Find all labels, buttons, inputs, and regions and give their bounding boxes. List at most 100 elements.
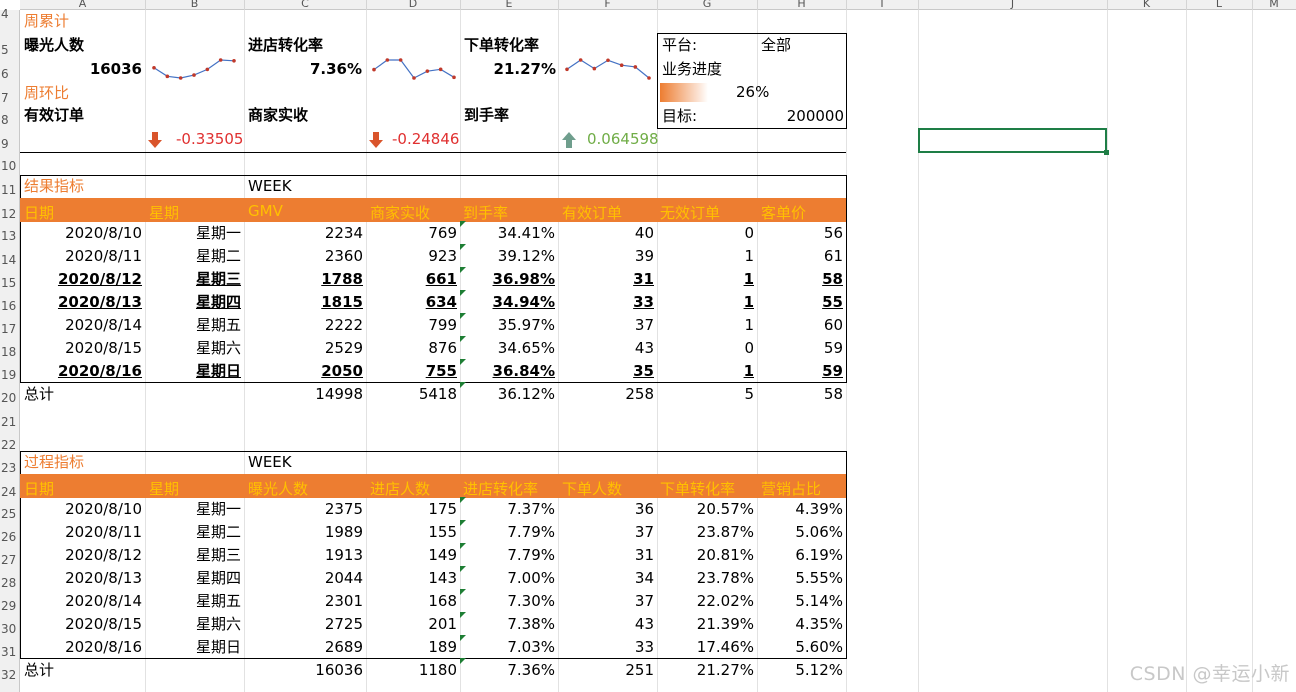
process-row-0-cell[interactable]: 36 [544, 502, 654, 517]
process-header-5[interactable]: 下单人数 [562, 478, 622, 499]
result-row-3-cell[interactable]: 634 [347, 295, 457, 310]
row-header-6[interactable]: 6 [0, 68, 20, 80]
row-header-7[interactable]: 7 [0, 92, 20, 104]
column-header-j[interactable]: J [918, 0, 1107, 10]
column-header-i[interactable]: I [846, 0, 918, 10]
process-header-6[interactable]: 下单转化率 [660, 478, 735, 499]
process-row-0-cell[interactable]: 2020/8/10 [32, 502, 142, 517]
column-header-h[interactable]: H [757, 0, 846, 10]
process-row-4-cell[interactable]: 5.14% [733, 594, 843, 609]
row-header-21[interactable]: 21 [0, 416, 20, 428]
process-row-5-cell[interactable]: 2020/8/15 [32, 617, 142, 632]
row-header-28[interactable]: 28 [0, 577, 20, 589]
process-row-4-cell[interactable]: 37 [544, 594, 654, 609]
result-row-0-cell[interactable]: 星期一 [131, 226, 241, 241]
row-header-16[interactable]: 16 [0, 300, 20, 312]
row-header-24[interactable]: 24 [0, 486, 20, 498]
result-row-2-cell[interactable]: 661 [347, 272, 457, 287]
platform-value[interactable]: 全部 [761, 38, 791, 53]
result-row-1-cell[interactable]: 星期二 [131, 249, 241, 264]
process-row-5-cell[interactable]: 星期六 [131, 617, 241, 632]
row-header-27[interactable]: 27 [0, 554, 20, 566]
process-row-6-cell[interactable]: 33 [544, 640, 654, 655]
process-row-5-cell[interactable]: 201 [347, 617, 457, 632]
row-header-8[interactable]: 8 [0, 114, 20, 126]
result-row-2-cell[interactable]: 31 [544, 272, 654, 287]
result-row-3-cell[interactable]: 星期四 [131, 295, 241, 310]
result-row-5-cell[interactable]: 34.65% [445, 341, 555, 356]
process-row-0-cell[interactable]: 7.37% [445, 502, 555, 517]
result-row-4-cell[interactable]: 37 [544, 318, 654, 333]
process-total-cell[interactable]: 5.12% [733, 663, 843, 678]
result-row-0-cell[interactable]: 40 [544, 226, 654, 241]
process-row-1-cell[interactable]: 37 [544, 525, 654, 540]
result-header-5[interactable]: 有效订单 [562, 202, 622, 223]
row-header-9[interactable]: 9 [0, 138, 20, 150]
row-header-18[interactable]: 18 [0, 346, 20, 358]
column-header-e[interactable]: E [460, 0, 558, 10]
row-header-26[interactable]: 26 [0, 531, 20, 543]
result-header-3[interactable]: 商家实收 [370, 202, 430, 223]
result-row-4-cell[interactable]: 60 [733, 318, 843, 333]
process-row-2-cell[interactable]: 31 [544, 548, 654, 563]
row-header-15[interactable]: 15 [0, 277, 20, 289]
result-total-cell[interactable]: 5418 [347, 387, 457, 402]
row-header-22[interactable]: 22 [0, 439, 20, 451]
process-row-4-cell[interactable]: 7.30% [445, 594, 555, 609]
process-row-6-cell[interactable]: 2020/8/16 [32, 640, 142, 655]
column-header-l[interactable]: L [1186, 0, 1252, 10]
result-row-6-cell[interactable]: 755 [347, 364, 457, 379]
row-header-29[interactable]: 29 [0, 600, 20, 612]
column-header-g[interactable]: G [657, 0, 757, 10]
process-row-3-cell[interactable]: 5.55% [733, 571, 843, 586]
row-header-10[interactable]: 10 [0, 160, 20, 172]
column-header-f[interactable]: F [558, 0, 657, 10]
process-row-6-cell[interactable]: 5.60% [733, 640, 843, 655]
row-header-31[interactable]: 31 [0, 646, 20, 658]
process-total-cell[interactable]: 251 [544, 663, 654, 678]
process-total-cell[interactable]: 总计 [24, 663, 54, 678]
result-header-6[interactable]: 无效订单 [660, 202, 720, 223]
result-total-cell[interactable]: 58 [733, 387, 843, 402]
row-header-11[interactable]: 11 [0, 184, 20, 196]
process-header-1[interactable]: 星期 [149, 478, 179, 499]
process-header-0[interactable]: 日期 [24, 478, 54, 499]
result-row-3-cell[interactable]: 2020/8/13 [32, 295, 142, 310]
process-row-2-cell[interactable]: 149 [347, 548, 457, 563]
process-row-3-cell[interactable]: 7.00% [445, 571, 555, 586]
result-row-4-cell[interactable]: 星期五 [131, 318, 241, 333]
result-total-cell[interactable]: 总计 [24, 387, 54, 402]
process-row-2-cell[interactable]: 星期三 [131, 548, 241, 563]
result-row-2-cell[interactable]: 星期三 [131, 272, 241, 287]
result-header-4[interactable]: 到手率 [463, 202, 508, 223]
process-row-0-cell[interactable]: 175 [347, 502, 457, 517]
result-row-4-cell[interactable]: 799 [347, 318, 457, 333]
result-row-3-cell[interactable]: 34.94% [445, 295, 555, 310]
process-row-2-cell[interactable]: 2020/8/12 [32, 548, 142, 563]
result-row-1-cell[interactable]: 2020/8/11 [32, 249, 142, 264]
result-row-5-cell[interactable]: 2020/8/15 [32, 341, 142, 356]
column-header-b[interactable]: B [145, 0, 244, 10]
row-header-25[interactable]: 25 [0, 508, 20, 520]
result-row-1-cell[interactable]: 39 [544, 249, 654, 264]
result-header-1[interactable]: 星期 [149, 202, 179, 223]
process-row-3-cell[interactable]: 143 [347, 571, 457, 586]
process-row-5-cell[interactable]: 7.38% [445, 617, 555, 632]
process-row-1-cell[interactable]: 2020/8/11 [32, 525, 142, 540]
result-row-6-cell[interactable]: 36.84% [445, 364, 555, 379]
row-header-5[interactable]: 5 [0, 44, 20, 56]
result-row-6-cell[interactable]: 35 [544, 364, 654, 379]
result-header-0[interactable]: 日期 [24, 202, 54, 223]
result-row-3-cell[interactable]: 55 [733, 295, 843, 310]
result-row-6-cell[interactable]: 星期日 [131, 364, 241, 379]
result-row-4-cell[interactable]: 2020/8/14 [32, 318, 142, 333]
column-header-d[interactable]: D [366, 0, 460, 10]
result-row-6-cell[interactable]: 2020/8/16 [32, 364, 142, 379]
process-row-1-cell[interactable]: 5.06% [733, 525, 843, 540]
process-row-3-cell[interactable]: 星期四 [131, 571, 241, 586]
row-header-30[interactable]: 30 [0, 623, 20, 635]
result-row-4-cell[interactable]: 35.97% [445, 318, 555, 333]
process-row-6-cell[interactable]: 189 [347, 640, 457, 655]
result-row-0-cell[interactable]: 2020/8/10 [32, 226, 142, 241]
row-header-12[interactable]: 12 [0, 208, 20, 220]
